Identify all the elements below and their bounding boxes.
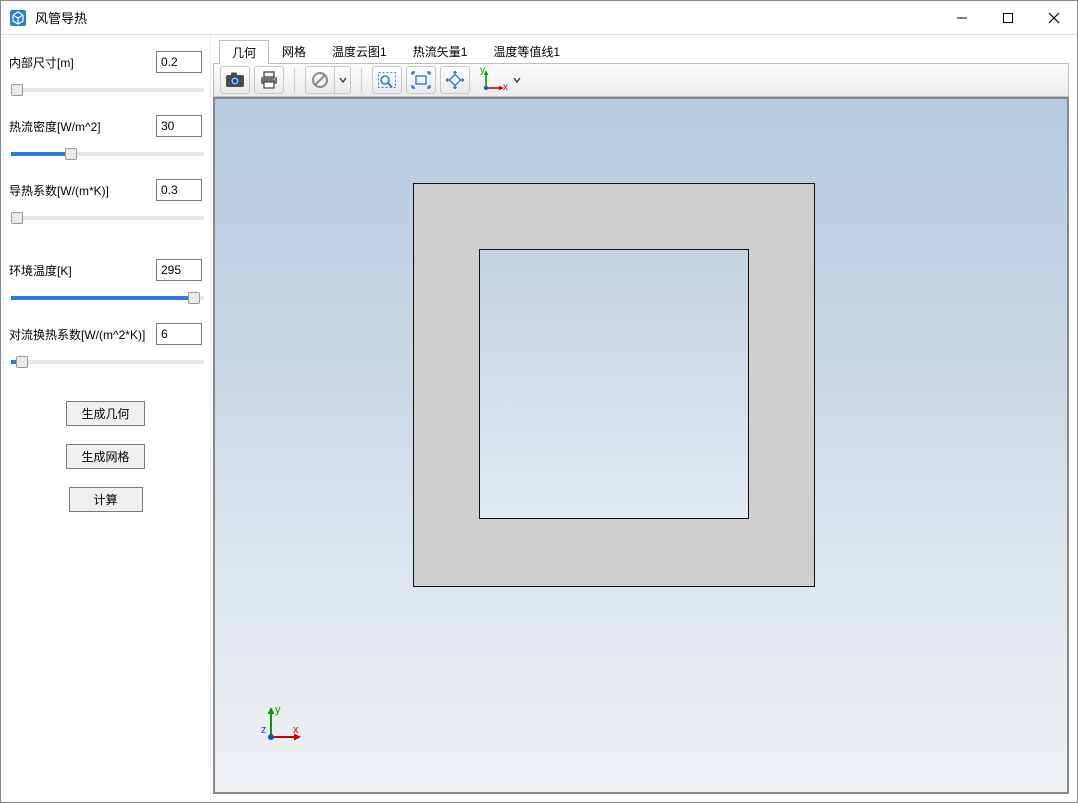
tab-mesh[interactable]: 网格 xyxy=(269,39,319,63)
no-entry-icon xyxy=(311,71,329,89)
param-label: 环境温度[K] xyxy=(9,262,72,279)
close-button[interactable] xyxy=(1031,1,1077,35)
app-window: 风管导热 内部尺寸[m] 热流密度[W/m^2] 导热系数[W/( xyxy=(0,0,1078,803)
axis-y-label: y xyxy=(480,65,485,76)
conductivity-input[interactable] xyxy=(156,179,202,201)
generate-mesh-button[interactable]: 生成网格 xyxy=(66,444,144,469)
sidebar: 内部尺寸[m] 热流密度[W/m^2] 导热系数[W/(m*K)] 环境温度[K… xyxy=(1,35,211,802)
zoom-extents-button[interactable] xyxy=(406,66,436,94)
toolbar-separator xyxy=(361,68,362,92)
maximize-button[interactable] xyxy=(985,1,1031,35)
zoom-box-icon xyxy=(377,71,397,89)
reset-zoom-button[interactable] xyxy=(440,66,470,94)
tab-geometry[interactable]: 几何 xyxy=(219,40,269,64)
zoom-box-button[interactable] xyxy=(372,66,402,94)
zoom-reset-icon xyxy=(445,71,465,89)
conductivity-slider[interactable] xyxy=(9,209,202,223)
param-label: 导热系数[W/(m*K)] xyxy=(9,182,109,199)
sceneview-dropdown[interactable] xyxy=(305,66,351,94)
viewport-canvas[interactable]: y x z xyxy=(213,97,1069,794)
tab-temp-cloud[interactable]: 温度云图1 xyxy=(319,39,400,63)
param-convection: 对流换热系数[W/(m^2*K)] xyxy=(9,323,202,345)
param-label: 内部尺寸[m] xyxy=(9,54,74,71)
heat-flux-input[interactable] xyxy=(156,115,202,137)
axis-view-dropdown[interactable] xyxy=(512,76,522,84)
triad-x-label: x xyxy=(293,724,299,736)
orientation-triad: y x z xyxy=(257,703,305,750)
camera-icon xyxy=(225,71,245,89)
minimize-button[interactable] xyxy=(939,1,985,35)
ambient-temp-input[interactable] xyxy=(156,259,202,281)
main-panel: 几何 网格 温度云图1 热流矢量1 温度等值线1 xyxy=(211,35,1077,802)
compute-button[interactable]: 计算 xyxy=(69,487,143,512)
heat-flux-slider[interactable] xyxy=(9,145,202,159)
convection-input[interactable] xyxy=(156,323,202,345)
inner-size-slider[interactable] xyxy=(9,81,202,95)
param-ambient-temp: 环境温度[K] xyxy=(9,259,202,281)
minimize-icon xyxy=(956,12,968,24)
triad-y-label: y xyxy=(275,704,281,716)
chevron-down-icon xyxy=(339,76,347,84)
convection-slider[interactable] xyxy=(9,353,202,367)
inner-size-input[interactable] xyxy=(156,51,202,73)
fit-view-icon xyxy=(411,71,431,89)
action-buttons: 生成几何 生成网格 计算 xyxy=(9,401,202,512)
axis-x-label: x xyxy=(503,82,508,93)
toolbar-separator xyxy=(294,68,295,92)
param-inner-size: 内部尺寸[m] xyxy=(9,51,202,73)
maximize-icon xyxy=(1002,12,1014,24)
print-button[interactable] xyxy=(254,66,284,94)
titlebar: 风管导热 xyxy=(1,1,1077,35)
view-tabs: 几何 网格 温度云图1 热流矢量1 温度等值线1 xyxy=(211,39,1071,63)
app-icon xyxy=(9,9,27,27)
window-title: 风管导热 xyxy=(35,8,87,27)
chevron-down-icon xyxy=(513,76,521,84)
param-heat-flux: 热流密度[W/m^2] xyxy=(9,115,202,137)
triad-z-label: z xyxy=(261,724,267,736)
geometry-inner-square xyxy=(479,249,749,519)
param-conductivity: 导热系数[W/(m*K)] xyxy=(9,179,202,201)
tab-temp-isoline[interactable]: 温度等值线1 xyxy=(480,39,573,63)
close-icon xyxy=(1048,12,1060,24)
printer-icon xyxy=(259,71,279,89)
param-label: 对流换热系数[W/(m^2*K)] xyxy=(9,326,145,343)
ambient-temp-slider[interactable] xyxy=(9,289,202,303)
axis-indicator: y x xyxy=(478,66,522,94)
tab-heatflux-vector[interactable]: 热流矢量1 xyxy=(400,39,481,63)
screenshot-button[interactable] xyxy=(220,66,250,94)
param-label: 热流密度[W/m^2] xyxy=(9,118,101,135)
canvas-toolbar: y x xyxy=(213,63,1069,97)
generate-geometry-button[interactable]: 生成几何 xyxy=(66,401,144,426)
